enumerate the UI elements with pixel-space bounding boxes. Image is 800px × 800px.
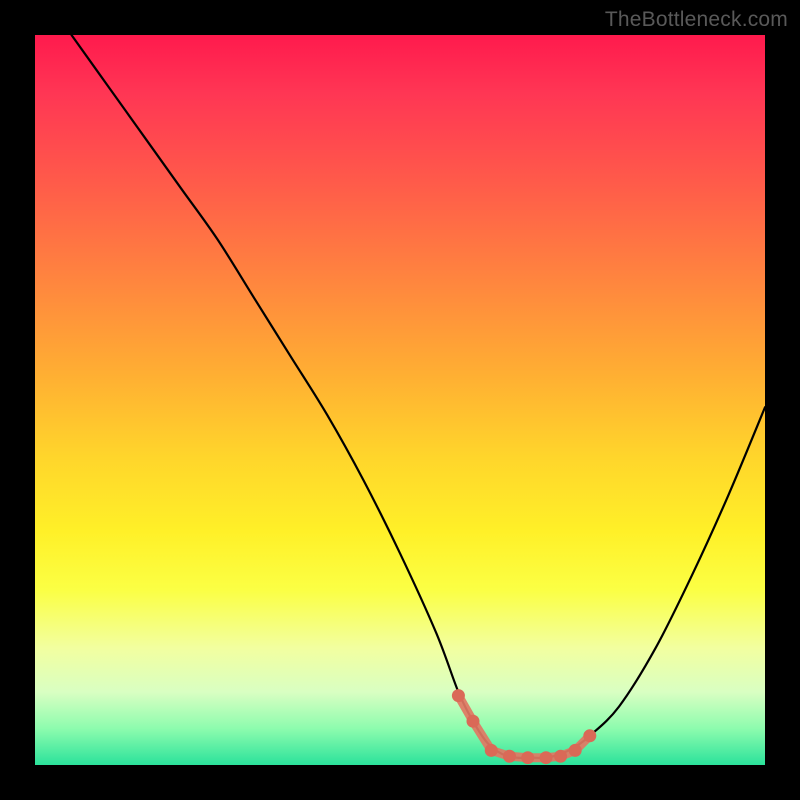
marker-dot xyxy=(503,750,516,763)
flat-minimum-dots xyxy=(452,689,596,764)
chart-plot-area xyxy=(35,35,765,765)
marker-dot xyxy=(569,744,582,757)
marker-dot xyxy=(467,715,480,728)
marker-dot xyxy=(452,689,465,702)
curve-path xyxy=(72,35,766,758)
marker-dot xyxy=(485,744,498,757)
marker-dot xyxy=(583,729,596,742)
marker-dot xyxy=(540,751,553,764)
bottleneck-curve xyxy=(72,35,766,758)
marker-dot xyxy=(521,751,534,764)
marker-dot xyxy=(554,750,567,763)
watermark-text: TheBottleneck.com xyxy=(605,8,788,32)
chart-frame: TheBottleneck.com xyxy=(0,0,800,800)
chart-svg xyxy=(35,35,765,765)
